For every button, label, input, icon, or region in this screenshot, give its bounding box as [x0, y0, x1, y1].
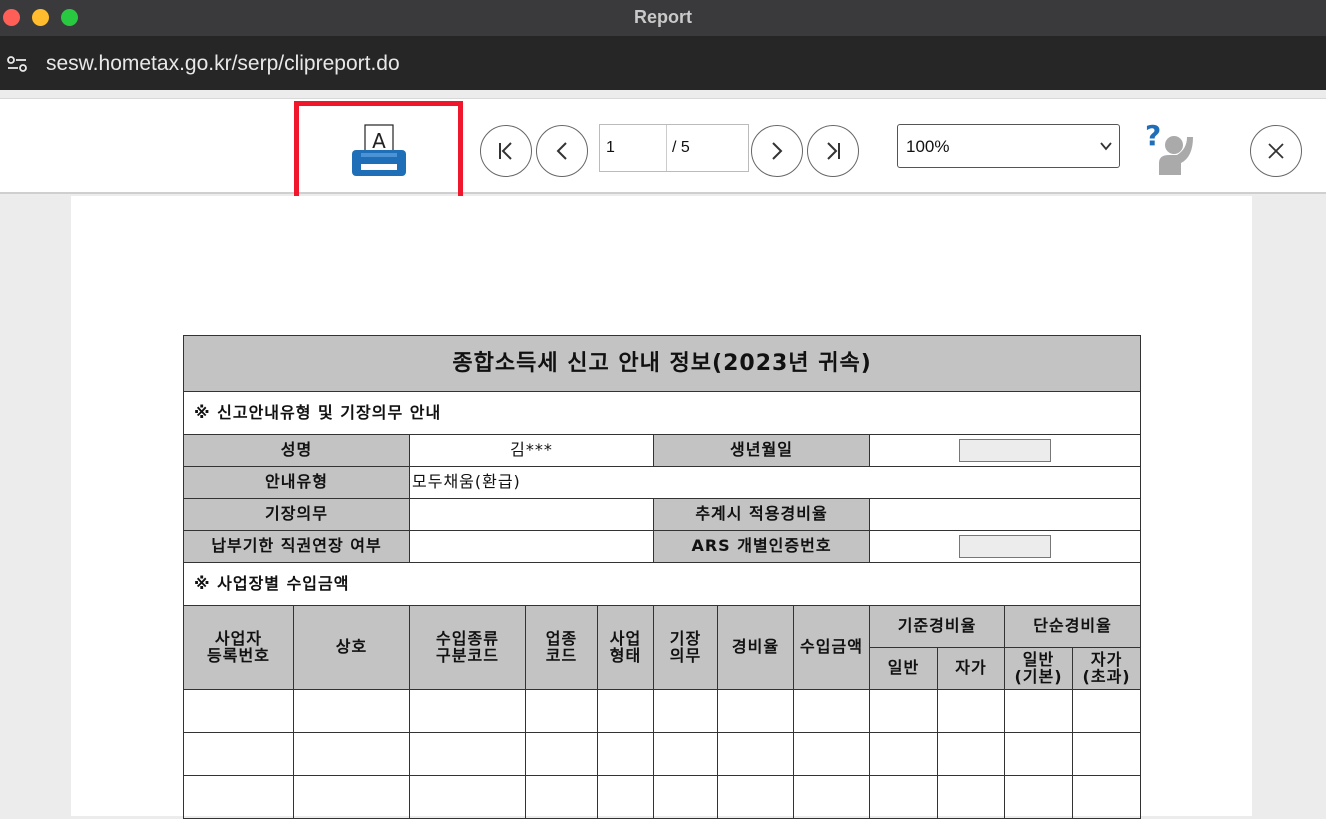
table-row: [183, 775, 1142, 819]
table-cell: [1071, 775, 1142, 819]
first-page-icon: [499, 142, 512, 160]
previous-page-button[interactable]: [536, 125, 588, 177]
table-cell: [183, 732, 294, 776]
col-biz-type: 사업 형태: [597, 605, 654, 690]
col-simple-general: 일반 (기본): [1004, 647, 1073, 690]
col-reg-no: 사업자 등록번호: [183, 605, 294, 690]
table-cell: [793, 775, 870, 819]
window-title: Report: [634, 7, 692, 27]
close-report-button[interactable]: [1250, 125, 1302, 177]
masked-birth-field: [959, 439, 1052, 462]
table-cell: [1071, 732, 1142, 776]
table-cell: [1004, 775, 1073, 819]
svg-text:?: ?: [1145, 119, 1161, 152]
first-page-button[interactable]: [480, 125, 532, 177]
table-cell: [597, 732, 654, 776]
page-indicator: 1 / 5: [599, 124, 749, 172]
url-text[interactable]: sesw.hometax.go.kr/serp/clipreport.do: [46, 52, 400, 76]
estimated-rate-value: [868, 498, 1142, 531]
col-standard-self: 자가: [937, 647, 1005, 690]
masked-ars-field: [959, 535, 1052, 558]
table-cell: [1004, 689, 1073, 733]
next-page-button[interactable]: [751, 125, 803, 177]
page-divider: [666, 125, 667, 171]
col-industry-code: 업종 코드: [525, 605, 598, 690]
help-icon[interactable]: ?: [1143, 119, 1195, 177]
ars-value: [868, 530, 1142, 563]
table-cell: [653, 689, 718, 733]
col-bookkeeping: 기장 의무: [653, 605, 718, 690]
site-settings-icon[interactable]: [6, 55, 28, 73]
last-page-button[interactable]: [807, 125, 859, 177]
print-highlight-box: [294, 101, 463, 203]
table-cell: [409, 689, 526, 733]
table-cell: [293, 689, 410, 733]
table-cell: [597, 689, 654, 733]
table-row: [183, 689, 1142, 733]
col-income-code: 수입종류 구분코드: [409, 605, 526, 690]
table-cell: [597, 775, 654, 819]
table-cell: [1004, 732, 1073, 776]
zoom-value: 100%: [906, 137, 950, 156]
report-table: 종합소득세 신고 안내 정보(2023년 귀속) ※ 신고안내유형 및 기장의무…: [182, 335, 1142, 819]
window-titlebar: Report: [0, 0, 1326, 36]
table-cell: [869, 732, 938, 776]
name-value: 김***: [409, 434, 654, 467]
table-cell: [937, 689, 1005, 733]
zoom-select[interactable]: 100%: [897, 124, 1120, 168]
ars-label: ARS 개별인증번호: [653, 530, 870, 563]
table-cell: [717, 732, 794, 776]
table-cell: [937, 775, 1005, 819]
table-cell: [869, 689, 938, 733]
table-cell: [293, 732, 410, 776]
col-income-amount: 수입금액: [793, 605, 870, 690]
table-cell: [409, 732, 526, 776]
chevron-down-icon: [1100, 142, 1112, 151]
table-row: [183, 732, 1142, 776]
col-expense-rate: 경비율: [717, 605, 794, 690]
deadline-extension-label: 납부기한 직권연장 여부: [183, 530, 410, 563]
birth-label: 생년월일: [653, 434, 870, 467]
bookkeeping-value: [409, 498, 654, 531]
table-cell: [525, 775, 598, 819]
estimated-rate-label: 추계시 적용경비율: [653, 498, 870, 531]
table-cell: [717, 775, 794, 819]
type-value: 모두채움(환급): [408, 466, 1142, 499]
table-cell: [869, 775, 938, 819]
table-cell: [525, 732, 598, 776]
table-cell: [293, 775, 410, 819]
table-cell: [937, 732, 1005, 776]
type-label: 안내유형: [183, 466, 410, 499]
col-company: 상호: [293, 605, 410, 690]
col-standard-general: 일반: [869, 647, 938, 690]
section-heading: ※ 신고안내유형 및 기장의무 안내: [182, 391, 1142, 435]
table-cell: [183, 689, 294, 733]
birth-value: [868, 434, 1142, 467]
table-cell: [793, 732, 870, 776]
previous-page-icon: [556, 142, 567, 160]
col-simple-rate: 단순경비율: [1003, 605, 1142, 648]
table-cell: [525, 689, 598, 733]
table-cell: [717, 689, 794, 733]
table-cell: [409, 775, 526, 819]
table-cell: [1071, 689, 1142, 733]
bookkeeping-label: 기장의무: [183, 498, 410, 531]
page-number-input[interactable]: 1: [606, 139, 615, 157]
table-cell: [653, 732, 718, 776]
page-total: / 5: [672, 139, 690, 156]
table-cell: [653, 775, 718, 819]
table-cell: [793, 689, 870, 733]
col-simple-self: 자가 (초과): [1071, 647, 1142, 690]
table-cell: [183, 775, 294, 819]
col-standard-rate: 기준경비율: [869, 605, 1005, 648]
report-title: 종합소득세 신고 안내 정보(2023년 귀속): [182, 335, 1142, 392]
name-label: 성명: [183, 434, 410, 467]
close-icon: [1268, 143, 1284, 159]
next-page-icon: [772, 142, 783, 160]
section-heading: ※ 사업장별 수입금액: [182, 562, 1142, 606]
last-page-icon: [827, 142, 840, 160]
deadline-extension-value: [409, 530, 654, 563]
